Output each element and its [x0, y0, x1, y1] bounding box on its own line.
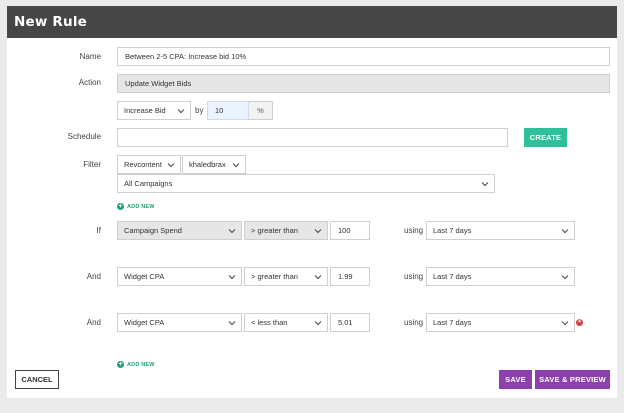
filter-label: Filter: [83, 160, 101, 169]
chevron-down-icon: [481, 182, 489, 187]
bid-action-value: Increase Bid: [124, 106, 166, 115]
schedule-label: Schedule: [67, 132, 101, 141]
chevron-down-icon: [314, 229, 322, 234]
dialog-title: New Rule: [7, 6, 617, 38]
condition-range-select[interactable]: Last 7 days: [426, 221, 575, 240]
condition-metric-value: Widget CPA: [124, 318, 165, 327]
filter-account-value: khaledbrax: [189, 160, 226, 169]
by-label: by: [195, 106, 204, 115]
chevron-down-icon: [561, 321, 569, 326]
condition-range-select[interactable]: Last 7 days: [426, 267, 575, 286]
condition-operator-select[interactable]: > greater than: [244, 221, 328, 240]
chevron-down-icon: [314, 321, 322, 326]
bid-action-select[interactable]: Increase Bid: [117, 101, 191, 120]
condition-metric-select[interactable]: Widget CPA: [117, 267, 242, 286]
action-label: Action: [78, 78, 101, 87]
chevron-down-icon: [228, 321, 236, 326]
condition-operator-value: > greater than: [251, 272, 298, 281]
using-label: using: [404, 318, 424, 327]
bid-amount-input[interactable]: 10: [207, 101, 249, 120]
schedule-input[interactable]: [117, 128, 508, 147]
filter-campaigns-select[interactable]: All Campaigns: [117, 174, 495, 193]
plus-circle-icon: +: [117, 361, 124, 368]
create-button[interactable]: CREATE: [524, 128, 567, 147]
condition-range-value: Last 7 days: [433, 318, 472, 327]
filter-network-value: Revcontent: [124, 160, 162, 169]
chevron-down-icon: [232, 163, 240, 168]
chevron-down-icon: [167, 163, 175, 168]
name-input[interactable]: Between 2-5 CPA: Increase bid 10%: [117, 47, 610, 66]
condition-metric-value: Widget CPA: [124, 272, 165, 281]
add-filter-label: ADD NEW: [127, 203, 155, 210]
chevron-down-icon: [314, 275, 322, 280]
save-and-preview-button[interactable]: SAVE & PREVIEW: [535, 370, 610, 389]
add-condition-label: ADD NEW: [127, 361, 155, 368]
remove-condition-icon[interactable]: ×: [576, 319, 583, 326]
chevron-down-icon: [228, 229, 236, 234]
name-label: Name: [79, 52, 101, 61]
condition-connector: And: [86, 318, 101, 327]
cancel-button[interactable]: CANCEL: [15, 370, 59, 389]
chevron-down-icon: [228, 275, 236, 280]
condition-metric-select[interactable]: Campaign Spend: [117, 221, 242, 240]
condition-range-value: Last 7 days: [433, 272, 472, 281]
name-input-value: Between 2-5 CPA: Increase bid 10%: [125, 52, 247, 61]
filter-account-select[interactable]: khaledbrax: [182, 155, 246, 174]
new-rule-dialog: New Rule Name Between 2-5 CPA: Increase …: [7, 6, 617, 398]
save-button[interactable]: SAVE: [499, 370, 532, 389]
condition-metric-select[interactable]: Widget CPA: [117, 313, 242, 332]
chevron-down-icon: [561, 229, 569, 234]
bid-unit-addon: %: [249, 101, 273, 120]
condition-range-select[interactable]: Last 7 days: [426, 313, 575, 332]
chevron-down-icon: [177, 109, 185, 114]
add-filter-link[interactable]: + ADD NEW: [117, 203, 155, 210]
using-label: using: [404, 272, 424, 281]
condition-value-input[interactable]: 5.01: [330, 313, 370, 332]
filter-network-select[interactable]: Revcontent: [117, 155, 181, 174]
filter-campaigns-value: All Campaigns: [124, 179, 173, 188]
condition-metric-value: Campaign Spend: [124, 226, 182, 235]
condition-operator-value: < less than: [251, 318, 288, 327]
bid-amount-value: 10: [215, 106, 224, 115]
condition-value: 100: [338, 226, 351, 235]
condition-connector: And: [86, 272, 101, 281]
chevron-down-icon: [561, 275, 569, 280]
using-label: using: [404, 226, 424, 235]
condition-operator-value: > greater than: [251, 226, 298, 235]
condition-value-input[interactable]: 1.99: [330, 267, 370, 286]
add-condition-link[interactable]: + ADD NEW: [117, 361, 155, 368]
condition-value-input[interactable]: 100: [330, 221, 370, 240]
action-field[interactable]: Update Widget Bids: [117, 74, 610, 93]
condition-value: 5.01: [338, 318, 353, 327]
action-field-value: Update Widget Bids: [125, 79, 192, 88]
condition-operator-select[interactable]: > greater than: [244, 267, 328, 286]
condition-connector: If: [96, 226, 101, 235]
condition-range-value: Last 7 days: [433, 226, 472, 235]
condition-value: 1.99: [338, 272, 353, 281]
condition-operator-select[interactable]: < less than: [244, 313, 328, 332]
plus-circle-icon: +: [117, 203, 124, 210]
